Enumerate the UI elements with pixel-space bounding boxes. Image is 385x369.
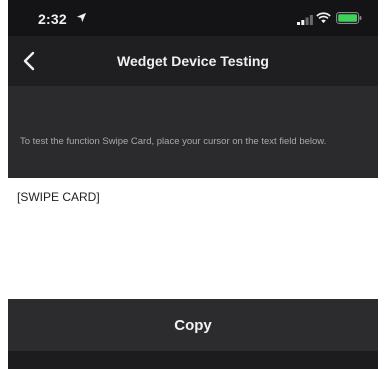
location-arrow-icon bbox=[76, 12, 87, 23]
instruction-text: To test the function Swipe Card, place y… bbox=[20, 136, 327, 147]
status-time: 2:32 bbox=[38, 11, 67, 27]
bottom-area bbox=[8, 351, 378, 369]
wifi-icon bbox=[316, 12, 331, 24]
swipe-card-text-field[interactable]: [SWIPE CARD] bbox=[8, 178, 378, 299]
instruction-section: To test the function Swipe Card, place y… bbox=[8, 86, 378, 178]
page-title: Wedget Device Testing bbox=[117, 53, 269, 69]
battery-icon bbox=[336, 12, 362, 24]
nav-bar: Wedget Device Testing bbox=[8, 36, 378, 86]
status-bar: 2:32 bbox=[8, 0, 378, 36]
signal-icon bbox=[297, 15, 313, 25]
phone-screen: 2:32 Wedget Device Testing To test the f… bbox=[8, 0, 378, 369]
copy-button[interactable]: Copy bbox=[8, 299, 378, 351]
